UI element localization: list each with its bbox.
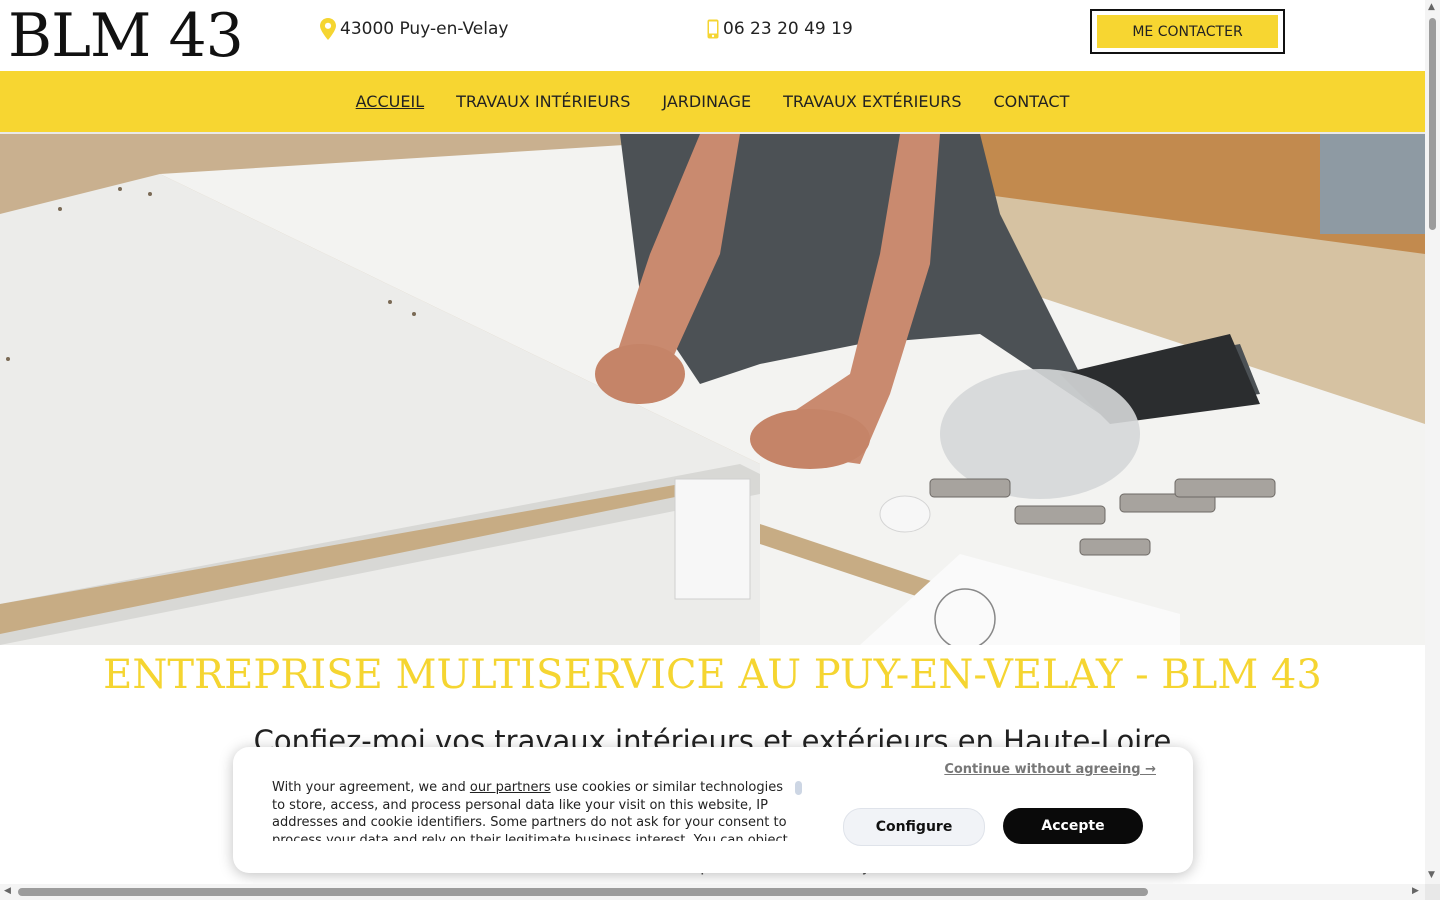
scroll-up-arrow-icon[interactable]: ▲ [1428, 2, 1435, 12]
accept-button[interactable]: Accepte [1003, 808, 1143, 844]
scroll-right-arrow-icon[interactable]: ▶ [1412, 886, 1419, 896]
cookie-consent-banner: Continue without agreeing → With your ag… [233, 747, 1193, 873]
contact-button-frame: ME CONTACTER [1090, 9, 1285, 54]
nav-item-jardinage[interactable]: JARDINAGE [662, 92, 751, 111]
header-address: 43000 Puy-en-Velay [320, 14, 508, 44]
vertical-scrollbar[interactable]: ▲ ▼ [1425, 0, 1440, 884]
vertical-scroll-thumb[interactable] [1429, 18, 1436, 230]
hero-image [0, 134, 1425, 645]
nav-item-travaux-interieurs[interactable]: TRAVAUX INTÉRIEURS [456, 92, 630, 111]
nav-item-travaux-exterieurs[interactable]: TRAVAUX EXTÉRIEURS [783, 92, 961, 111]
site-logo[interactable]: BLM 43 [8, 2, 244, 70]
scrollbar-corner [1425, 884, 1440, 900]
contact-me-button[interactable]: ME CONTACTER [1097, 15, 1278, 48]
nav-item-contact[interactable]: CONTACT [993, 92, 1069, 111]
map-pin-icon [320, 18, 336, 40]
continue-without-agreeing-link[interactable]: Continue without agreeing → [944, 762, 1156, 777]
phone-text[interactable]: 06 23 20 49 19 [723, 19, 853, 39]
header-phone[interactable]: 06 23 20 49 19 [707, 14, 853, 44]
cookie-consent-text: With your agreement, we and our partners… [272, 779, 792, 841]
page-headline: ENTREPRISE MULTISERVICE AU PUY-EN-VELAY … [103, 652, 1322, 698]
main-navigation: ACCUEIL TRAVAUX INTÉRIEURS JARDINAGE TRA… [0, 71, 1425, 134]
horizontal-scroll-thumb[interactable] [18, 888, 1148, 896]
horizontal-scrollbar[interactable]: ◀ ▶ [0, 884, 1425, 900]
scroll-left-arrow-icon[interactable]: ◀ [4, 886, 11, 896]
address-text: 43000 Puy-en-Velay [340, 19, 509, 39]
configure-button[interactable]: Configure [843, 808, 985, 846]
cookie-text-scrollbar[interactable] [795, 781, 802, 795]
scroll-down-arrow-icon[interactable]: ▼ [1428, 870, 1435, 880]
our-partners-link[interactable]: our partners [470, 780, 551, 795]
cookie-text-before-link: With your agreement, we and [272, 780, 470, 795]
nav-item-accueil[interactable]: ACCUEIL [356, 92, 424, 111]
mobile-phone-icon [707, 19, 719, 39]
